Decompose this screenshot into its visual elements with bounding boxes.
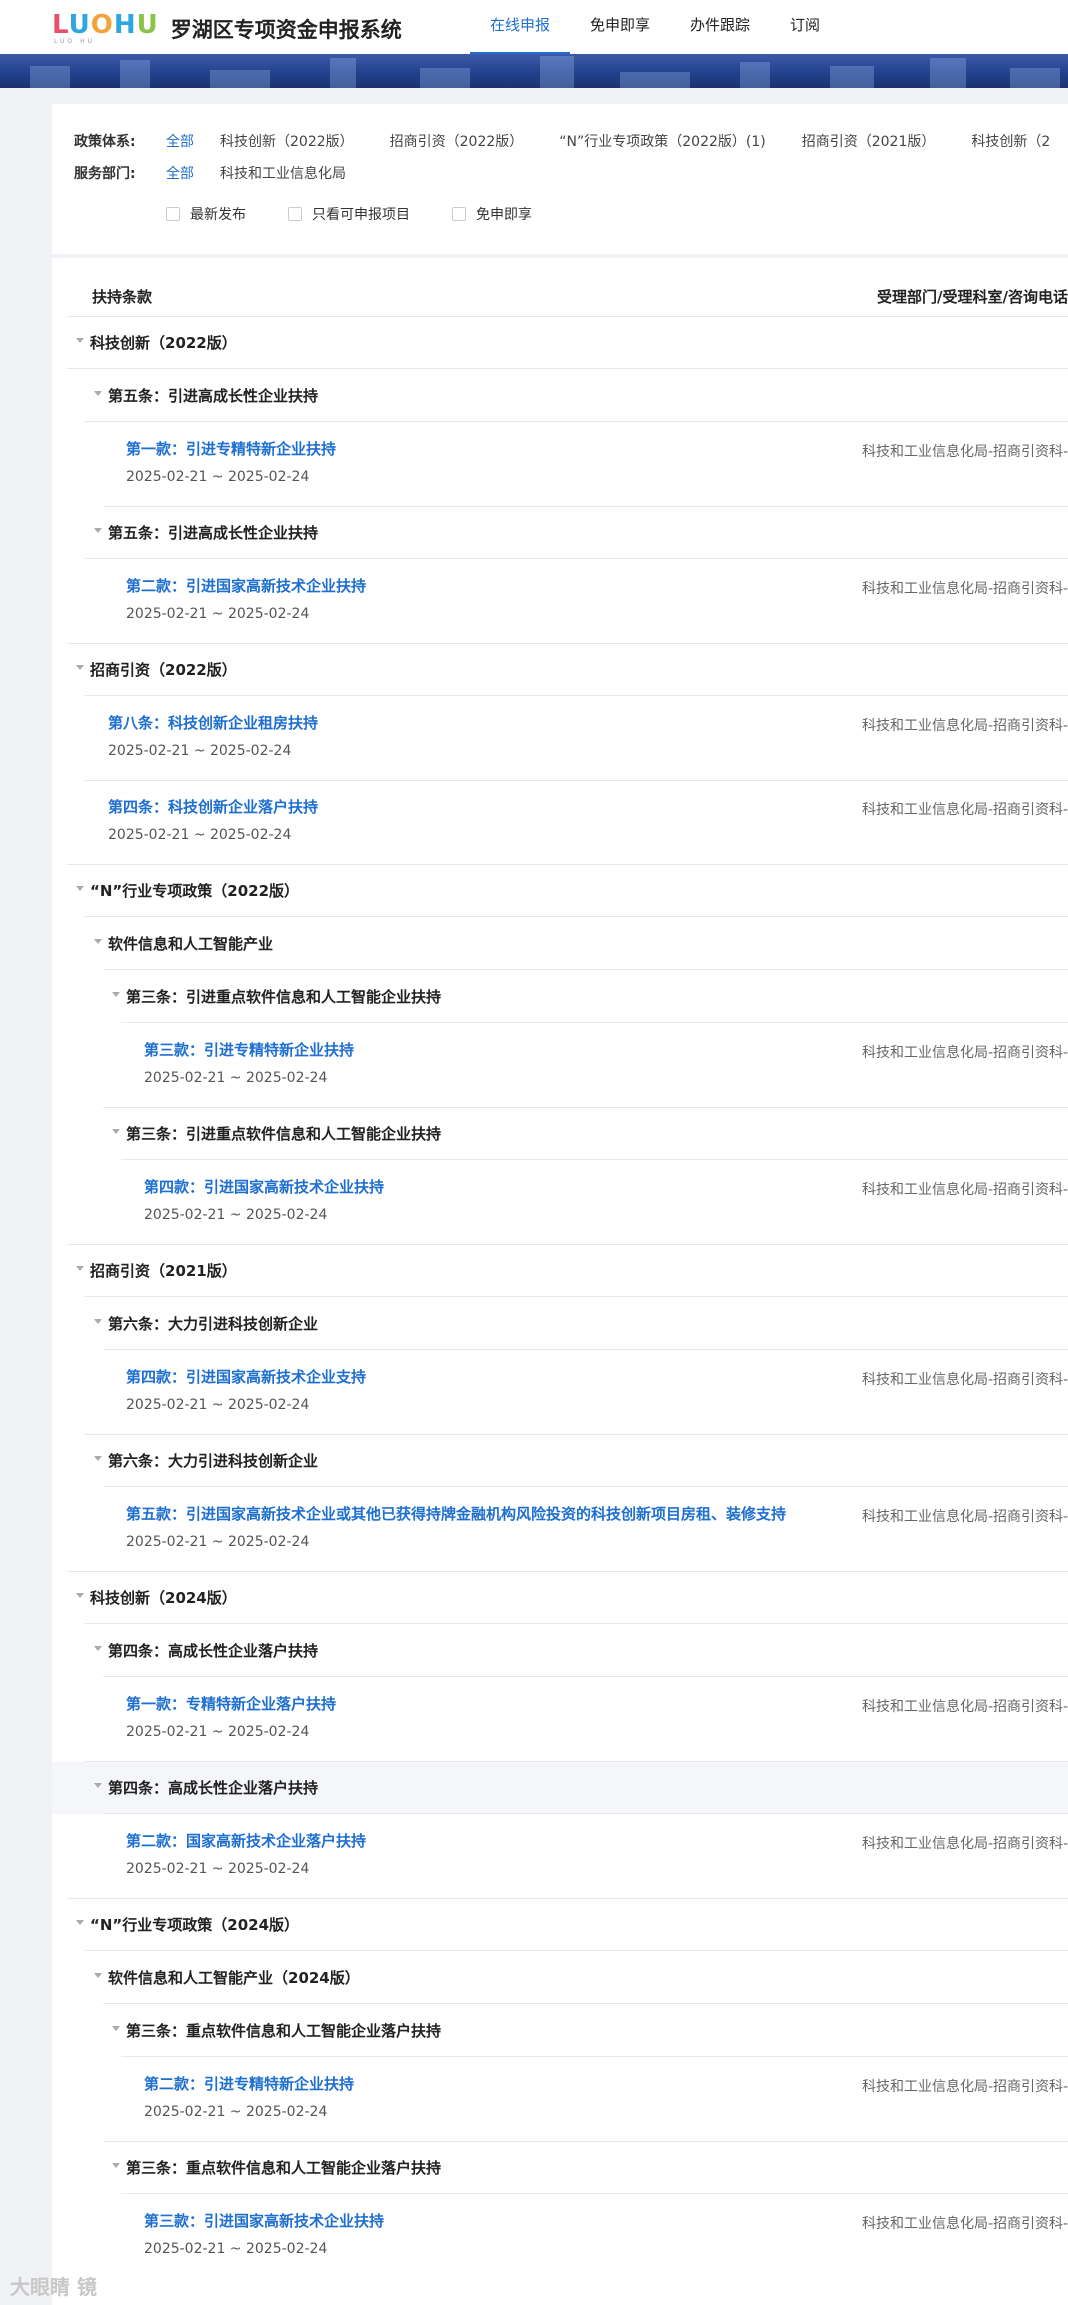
tree-group-row[interactable]: “N”行业专项政策（2024版） bbox=[52, 1899, 1068, 1951]
dept-filter-label: 服务部门: bbox=[74, 166, 136, 182]
table-row[interactable]: 第四条：科技创新企业落户扶持 2025-02-21 ~ 2025-02-24 科… bbox=[52, 781, 1068, 865]
banner-image bbox=[0, 54, 1068, 88]
watermark: 大眼睛 镜 bbox=[10, 2275, 97, 2299]
nav-subscribe[interactable]: 订阅 bbox=[770, 0, 840, 54]
caret-down-icon[interactable] bbox=[94, 1783, 102, 1788]
policy-option[interactable]: 科技创新（2022版） bbox=[220, 131, 354, 151]
table-row[interactable]: 第五款：引进国家高新技术企业或其他已获得持牌金融机构风险投资的科技创新项目房租、… bbox=[52, 1488, 1068, 1572]
tree-group-row[interactable]: 软件信息和人工智能产业 bbox=[52, 918, 1068, 970]
clause-link[interactable]: 第四款：引进国家高新技术企业支持 bbox=[126, 1366, 366, 1387]
caret-down-icon[interactable] bbox=[76, 1920, 84, 1925]
tree-group-row[interactable]: 第四条：高成长性企业落户扶持 bbox=[52, 1762, 1068, 1814]
tree-group-row[interactable]: “N”行业专项政策（2022版） bbox=[52, 865, 1068, 917]
checkbox[interactable] bbox=[288, 207, 302, 221]
table-row[interactable]: 第八条：科技创新企业租房扶持 2025-02-21 ~ 2025-02-24 科… bbox=[52, 697, 1068, 781]
table-row[interactable]: 第四款：引进国家高新技术企业支持 2025-02-21 ~ 2025-02-24… bbox=[52, 1351, 1068, 1435]
tree-group-row[interactable]: 第三条：重点软件信息和人工智能企业落户扶持 bbox=[52, 2142, 1068, 2194]
luohu-logo-icon: LUOHU LUO HU bbox=[52, 10, 159, 45]
caret-down-icon[interactable] bbox=[76, 886, 84, 891]
caret-down-icon[interactable] bbox=[94, 1646, 102, 1651]
table-row[interactable]: 第一款：引进专精特新企业扶持 2025-02-21 ~ 2025-02-24 科… bbox=[52, 423, 1068, 507]
caret-down-icon[interactable] bbox=[112, 2026, 120, 2031]
tree-group-row[interactable]: 科技创新（2022版） bbox=[52, 317, 1068, 369]
policy-option[interactable]: 招商引资（2022版） bbox=[390, 131, 524, 151]
policy-option[interactable]: 科技创新（2 bbox=[971, 131, 1050, 151]
clause-link[interactable]: 第八条：科技创新企业租房扶持 bbox=[108, 712, 318, 733]
nav-tracking[interactable]: 办件跟踪 bbox=[670, 0, 770, 54]
caret-down-icon[interactable] bbox=[94, 1973, 102, 1978]
table-row[interactable]: 第三款：引进专精特新企业扶持 2025-02-21 ~ 2025-02-24 科… bbox=[52, 1024, 1068, 1108]
policy-table: 扶持条款 受理部门/受理科室/咨询电话 科技创新（2022版） 第五条：引进高成… bbox=[52, 258, 1068, 2305]
tree-group-row[interactable]: 第三条：重点软件信息和人工智能企业落户扶持 bbox=[52, 2005, 1068, 2057]
tree-group-row[interactable]: 第六条：大力引进科技创新企业 bbox=[52, 1298, 1068, 1350]
caret-down-icon[interactable] bbox=[76, 1593, 84, 1598]
tree-group-row[interactable]: 第三条：引进重点软件信息和人工智能企业扶持 bbox=[52, 1108, 1068, 1160]
caret-down-icon[interactable] bbox=[76, 665, 84, 670]
caret-down-icon[interactable] bbox=[112, 1129, 120, 1134]
caret-down-icon[interactable] bbox=[94, 391, 102, 396]
policy-filter-row: 政策体系: 全部 科技创新（2022版） 招商引资（2022版） “N”行业专项… bbox=[74, 131, 1068, 151]
clause-link[interactable]: 第二款：国家高新技术企业落户扶持 bbox=[126, 1830, 366, 1851]
policy-option-all[interactable]: 全部 bbox=[166, 131, 194, 151]
policy-filter-label: 政策体系: bbox=[74, 134, 136, 150]
clause-link[interactable]: 第四条：科技创新企业落户扶持 bbox=[108, 796, 318, 817]
tree-group-row[interactable]: 第六条：大力引进科技创新企业 bbox=[52, 1435, 1068, 1487]
filter-panel: 政策体系: 全部 科技创新（2022版） 招商引资（2022版） “N”行业专项… bbox=[52, 104, 1068, 254]
caret-down-icon[interactable] bbox=[94, 1456, 102, 1461]
clause-link[interactable]: 第一款：引进专精特新企业扶持 bbox=[126, 438, 336, 459]
policy-option[interactable]: “N”行业专项政策（2022版）(1) bbox=[559, 131, 765, 151]
tree-group-row[interactable]: 第三条：引进重点软件信息和人工智能企业扶持 bbox=[52, 971, 1068, 1023]
clause-link[interactable]: 第一款：专精特新企业落户扶持 bbox=[126, 1693, 336, 1714]
clause-link[interactable]: 第五款：引进国家高新技术企业或其他已获得持牌金融机构风险投资的科技创新项目房租、… bbox=[126, 1503, 786, 1524]
caret-down-icon[interactable] bbox=[94, 1319, 102, 1324]
tree-group-row[interactable]: 招商引资（2022版） bbox=[52, 644, 1068, 696]
table-row[interactable]: 第二款：国家高新技术企业落户扶持 2025-02-21 ~ 2025-02-24… bbox=[52, 1815, 1068, 1899]
caret-down-icon[interactable] bbox=[112, 992, 120, 997]
tree-group-row[interactable]: 软件信息和人工智能产业（2024版） bbox=[52, 1952, 1068, 2004]
dept-option[interactable]: 科技和工业信息化局 bbox=[220, 163, 346, 183]
caret-down-icon[interactable] bbox=[94, 939, 102, 944]
tree-group-row[interactable]: 第四条：高成长性企业落户扶持 bbox=[52, 1625, 1068, 1677]
col-clause: 扶持条款 bbox=[92, 288, 153, 306]
tree-group-row[interactable]: 第五条：引进高成长性企业扶持 bbox=[52, 507, 1068, 559]
nav-online-apply[interactable]: 在线申报 bbox=[470, 0, 571, 54]
tree-group-row[interactable]: 第五条：引进高成长性企业扶持 bbox=[52, 370, 1068, 422]
main-nav: 在线申报 免申即享 办件跟踪 订阅 bbox=[470, 0, 840, 54]
table-row[interactable]: 第二款：引进国家高新技术企业扶持 2025-02-21 ~ 2025-02-24… bbox=[52, 560, 1068, 644]
table-row[interactable]: 第二款：引进专精特新企业扶持 2025-02-21 ~ 2025-02-24 科… bbox=[52, 2058, 1068, 2142]
table-row[interactable]: 第四款：引进国家高新技术企业扶持 2025-02-21 ~ 2025-02-24… bbox=[52, 1161, 1068, 1245]
clause-link[interactable]: 第四款：引进国家高新技术企业扶持 bbox=[144, 1176, 384, 1197]
clause-link[interactable]: 第三款：引进专精特新企业扶持 bbox=[144, 1039, 354, 1060]
table-row[interactable]: 第一款：专精特新企业落户扶持 2025-02-21 ~ 2025-02-24 科… bbox=[52, 1678, 1068, 1762]
checkbox[interactable] bbox=[166, 207, 180, 221]
check-latest[interactable]: 最新发布 bbox=[166, 204, 246, 224]
check-exempt[interactable]: 免申即享 bbox=[452, 204, 532, 224]
system-title: 罗湖区专项资金申报系统 bbox=[170, 17, 402, 42]
tree-group-row[interactable]: 科技创新（2024版） bbox=[52, 1572, 1068, 1624]
table-header: 扶持条款 受理部门/受理科室/咨询电话 bbox=[67, 258, 1068, 317]
caret-down-icon[interactable] bbox=[112, 2163, 120, 2168]
clause-link[interactable]: 第三款：引进国家高新技术企业扶持 bbox=[144, 2210, 384, 2231]
top-header: LUOHU LUO HU 罗湖区专项资金申报系统 在线申报 免申即享 办件跟踪 … bbox=[0, 0, 1068, 54]
dept-option-all[interactable]: 全部 bbox=[166, 163, 194, 183]
caret-down-icon[interactable] bbox=[94, 528, 102, 533]
check-applicable[interactable]: 只看可申报项目 bbox=[288, 204, 410, 224]
table-row[interactable]: 第三款：引进国家高新技术企业扶持 2025-02-21 ~ 2025-02-24… bbox=[52, 2195, 1068, 2279]
logo[interactable]: LUOHU LUO HU 罗湖区专项资金申报系统 bbox=[52, 12, 402, 45]
tree-group-row[interactable]: 招商引资（2021版） bbox=[52, 1245, 1068, 1297]
clause-link[interactable]: 第二款：引进专精特新企业扶持 bbox=[144, 2073, 354, 2094]
caret-down-icon[interactable] bbox=[76, 338, 84, 343]
clause-link[interactable]: 第二款：引进国家高新技术企业扶持 bbox=[126, 575, 366, 596]
col-dept: 受理部门/受理科室/咨询电话 bbox=[877, 288, 1068, 306]
checkbox[interactable] bbox=[452, 207, 466, 221]
filter-checkboxes: 最新发布 只看可申报项目 免申即享 bbox=[166, 204, 574, 224]
policy-option[interactable]: 招商引资（2021版） bbox=[802, 131, 936, 151]
dept-filter-row: 服务部门: 全部 科技和工业信息化局 bbox=[74, 163, 382, 183]
caret-down-icon[interactable] bbox=[76, 1266, 84, 1271]
nav-exempt-apply[interactable]: 免申即享 bbox=[570, 0, 670, 54]
